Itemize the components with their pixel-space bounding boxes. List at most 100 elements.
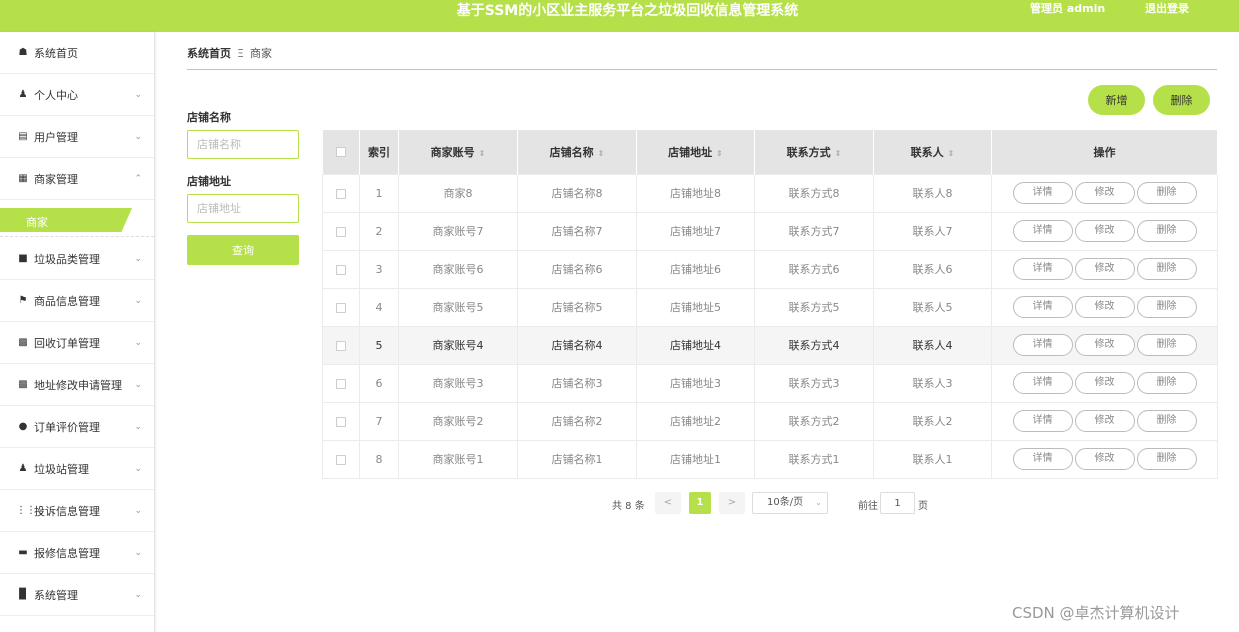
store-address-label: 店铺地址 [187,175,231,188]
col-store-name[interactable]: 店铺名称 ⇕ [517,130,637,174]
col-person[interactable]: 联系人 ⇕ [873,130,992,174]
sort-icon[interactable]: ⇕ [835,149,842,158]
col-store-address[interactable]: 店铺地址 ⇕ [636,130,755,174]
detail-button[interactable]: 详情 [1012,220,1073,242]
detail-button[interactable]: 详情 [1012,182,1073,204]
store-name-label: 店铺名称 [187,111,231,124]
delete-button[interactable]: 删除 [1153,85,1210,115]
page-size-select[interactable]: 10条/页 ⌄ [752,492,828,514]
edit-button[interactable]: 修改 [1074,448,1135,470]
row-checkbox[interactable] [336,302,346,313]
logout-link[interactable]: 退出登录 [1145,1,1189,17]
edit-button[interactable]: 修改 [1074,296,1135,318]
sidebar-item-waste-stations[interactable]: ♟ 垃圾站管理 ⌄ [0,448,154,490]
breadcrumb-current: 商家 [249,47,272,60]
sort-icon[interactable]: ⇕ [598,149,605,158]
cell-person: 联系人3 [873,363,992,403]
add-button[interactable]: 新增 [1088,85,1145,115]
sidebar-item-recycle-orders[interactable]: ▩ 回收订单管理 ⌄ [0,322,154,364]
detail-button[interactable]: 详情 [1012,296,1073,318]
sidebar-item-complaints[interactable]: ⋮⋮⋮ 投诉信息管理 ⌄ [0,490,154,532]
edit-button[interactable]: 修改 [1074,220,1135,242]
row-checkbox[interactable] [336,226,346,237]
chevron-up-icon: ⌃ [134,173,142,184]
row-checkbox[interactable] [336,264,346,275]
detail-button[interactable]: 详情 [1012,448,1073,470]
sidebar-item-merchants[interactable]: ▦ 商家管理 ⌃ [0,158,154,200]
edit-button[interactable]: 修改 [1074,334,1135,356]
cell-store-address: 店铺地址6 [636,249,755,289]
next-page-button[interactable]: > [719,492,745,514]
cell-store-name: 店铺名称1 [517,439,637,479]
sidebar-item-home[interactable]: ☗ 系统首页 [0,32,154,74]
store-address-input[interactable] [187,194,299,223]
table-row: 6 商家账号3 店铺名称3 店铺地址3 联系方式3 联系人3 详情 修改 删除 [322,363,1218,403]
sidebar-item-order-reviews[interactable]: ● 订单评价管理 ⌄ [0,406,154,448]
sidebar-subitem-merchant[interactable]: 商家 [0,205,154,237]
row-delete-button[interactable]: 删除 [1136,220,1197,242]
sidebar-item-profile[interactable]: ♟ 个人中心 ⌄ [0,74,154,116]
sort-icon[interactable]: ⇕ [948,149,955,158]
sidebar-item-products[interactable]: ⚑ 商品信息管理 ⌄ [0,280,154,322]
cell-store-name: 店铺名称3 [517,363,637,403]
grid-icon: ▩ [18,379,28,390]
col-index-label: 索引 [368,145,390,159]
cell-store-name: 店铺名称7 [517,211,637,251]
row-delete-button[interactable]: 删除 [1136,296,1197,318]
sidebar-subitem-label: 商家 [26,216,48,229]
cell-person: 联系人7 [873,211,992,251]
cell-actions: 详情 修改 删除 [991,173,1218,213]
sidebar-item-address-requests[interactable]: ▩ 地址修改申请管理 ⌄ [0,364,154,406]
sort-icon[interactable]: ⇕ [479,149,486,158]
edit-button[interactable]: 修改 [1074,410,1135,432]
row-delete-button[interactable]: 删除 [1136,182,1197,204]
cell-contact: 联系方式6 [754,249,874,289]
sidebar-item-waste-categories[interactable]: ■ 垃圾品类管理 ⌄ [0,238,154,280]
sidebar-item-users[interactable]: ▤ 用户管理 ⌄ [0,116,154,158]
detail-button[interactable]: 详情 [1012,410,1073,432]
row-delete-button[interactable]: 删除 [1136,334,1197,356]
cell-actions: 详情 修改 删除 [991,325,1218,365]
col-contact[interactable]: 联系方式 ⇕ [754,130,874,174]
cell-actions: 详情 修改 删除 [991,211,1218,251]
cell-account: 商家账号3 [398,363,518,403]
detail-button[interactable]: 详情 [1012,258,1073,280]
row-checkbox[interactable] [336,378,346,389]
row-checkbox[interactable] [336,416,346,427]
chevron-down-icon: ⌄ [134,295,142,306]
store-name-input[interactable] [187,130,299,159]
cell-account: 商家账号7 [398,211,518,251]
table-row: 1 商家8 店铺名称8 店铺地址8 联系方式8 联系人8 详情 修改 删除 [322,173,1218,213]
page-1-button[interactable]: 1 [689,492,711,514]
row-delete-button[interactable]: 删除 [1136,258,1197,280]
row-select-cell [322,173,360,213]
edit-button[interactable]: 修改 [1074,258,1135,280]
breadcrumb-home[interactable]: 系统首页 [187,47,231,60]
detail-button[interactable]: 详情 [1012,372,1073,394]
chevron-down-icon: ⌄ [815,498,822,507]
row-checkbox[interactable] [336,188,346,199]
search-button[interactable]: 查询 [187,235,299,265]
col-account[interactable]: 商家账号 ⇕ [398,130,518,174]
select-all-checkbox[interactable] [335,147,346,158]
edit-button[interactable]: 修改 [1074,372,1135,394]
col-store-address-label: 店铺地址 [668,145,713,159]
sidebar-item-system[interactable]: ▉ 系统管理 ⌄ [0,574,154,616]
row-checkbox[interactable] [336,340,346,351]
edit-button[interactable]: 修改 [1074,182,1135,204]
table-row: 8 商家账号1 店铺名称1 店铺地址1 联系方式1 联系人1 详情 修改 删除 [322,439,1218,479]
sidebar-item-repairs[interactable]: ▬ 报修信息管理 ⌄ [0,532,154,574]
row-delete-button[interactable]: 删除 [1136,410,1197,432]
row-checkbox[interactable] [336,454,346,465]
row-delete-button[interactable]: 删除 [1136,372,1197,394]
cell-store-address: 店铺地址3 [636,363,755,403]
prev-page-button[interactable]: < [655,492,681,514]
sort-icon[interactable]: ⇕ [716,149,723,158]
row-delete-button[interactable]: 删除 [1136,448,1197,470]
user-icon: ♟ [18,89,28,100]
detail-button[interactable]: 详情 [1012,334,1073,356]
cell-account: 商家账号5 [398,287,518,327]
cell-store-name: 店铺名称4 [517,325,637,365]
goto-page-input[interactable] [880,492,915,514]
sidebar-item-label: 地址修改申请管理 [34,378,122,392]
